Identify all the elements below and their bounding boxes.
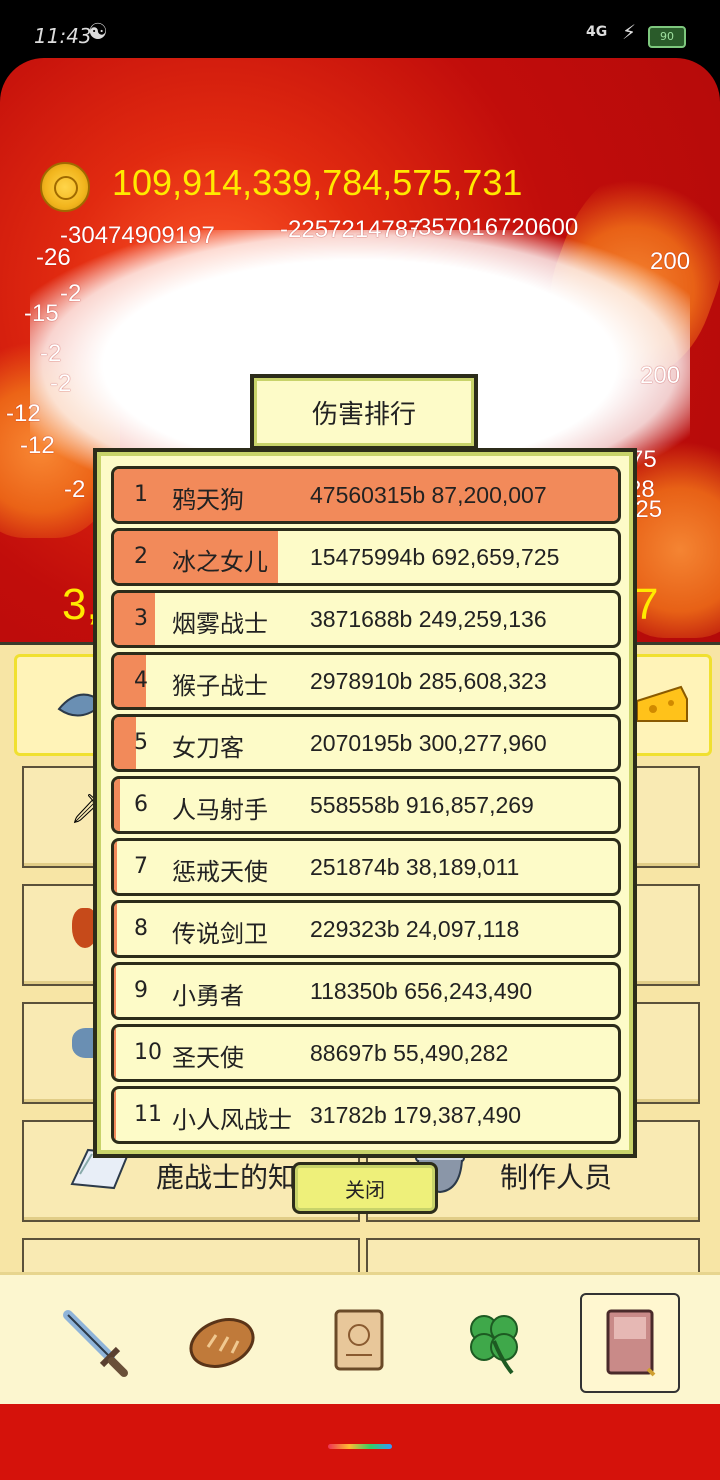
ranking-row[interactable]: 4 猴子战士 2978910b 285,608,323 — [111, 652, 621, 710]
nav-sword[interactable] — [44, 1293, 140, 1389]
ranking-row[interactable]: 9 小勇者 118350b 656,243,490 — [111, 962, 621, 1020]
damage-value: 31782b 179,387,490 — [310, 1102, 522, 1128]
damage-number: -12 — [6, 400, 41, 427]
rank-number: 10 — [134, 1040, 162, 1065]
ranking-row[interactable]: 2 冰之女儿 15475994b 692,659,725 — [111, 528, 621, 586]
damage-value: 15475994b 692,659,725 — [310, 544, 560, 570]
damage-value: 2978910b 285,608,323 — [310, 668, 547, 694]
damage-number: 200 — [650, 248, 691, 275]
rank-number: 3 — [134, 606, 148, 631]
boss-hp-right: 7 — [634, 580, 659, 629]
app-notification-icon: ☯ — [88, 20, 108, 45]
rank-number: 7 — [134, 854, 148, 879]
bread-icon — [189, 1318, 255, 1368]
damage-share-bar — [114, 1089, 117, 1141]
damage-share-bar — [114, 903, 117, 955]
damage-number: -2 — [60, 280, 82, 307]
scroll-icon — [334, 1309, 384, 1371]
damage-number: -12 — [20, 432, 55, 459]
damage-number: -2257214787 — [280, 216, 422, 243]
status-bar: 11:43 ☯ 4G ⚡ 90 — [0, 0, 720, 58]
book-icon — [606, 1309, 656, 1377]
ranking-row[interactable]: 5 女刀客 2070195b 300,277,960 — [111, 714, 621, 772]
rank-number: 1 — [134, 482, 148, 507]
bottom-navigation — [0, 1272, 720, 1407]
rank-number: 6 — [134, 792, 148, 817]
damage-value: 558558b 916,857,269 — [310, 792, 534, 818]
damage-share-bar — [114, 841, 117, 893]
clover-icon — [470, 1315, 518, 1375]
close-button[interactable]: 关闭 — [292, 1162, 438, 1214]
hero-name: 小人风战士 — [172, 1106, 292, 1134]
hero-name: 烟雾战士 — [172, 610, 268, 638]
hero-name: 传说剑卫 — [172, 920, 268, 948]
damage-share-bar — [114, 1027, 117, 1079]
damage-value: 118350b 656,243,490 — [310, 978, 533, 1004]
damage-value: 47560315b 87,200,007 — [310, 482, 547, 508]
damage-number: -2 — [64, 476, 86, 503]
damage-number: -30474909197 — [60, 222, 215, 249]
rank-number: 2 — [134, 544, 148, 569]
rank-number: 4 — [134, 668, 148, 693]
damage-number: -357016720600 — [410, 214, 579, 241]
damage-number: -26 — [36, 244, 71, 271]
credits-label: 制作人员 — [500, 1161, 613, 1194]
nav-bread[interactable] — [174, 1293, 270, 1389]
hero-name: 女刀客 — [172, 734, 244, 762]
damage-value: 3871688b 249,259,136 — [310, 606, 547, 632]
damage-share-bar — [114, 717, 137, 769]
hero-name: 冰之女儿 — [172, 548, 268, 576]
charging-icon: ⚡ — [622, 20, 637, 44]
gold-coin-icon — [40, 162, 90, 212]
sword-icon — [63, 1310, 128, 1377]
network-indicator: 4G — [586, 24, 608, 40]
rank-number: 11 — [134, 1102, 162, 1127]
damage-number: -15 — [24, 300, 59, 327]
ranking-panel: 1 鸦天狗 47560315b 87,200,007 2 冰之女儿 15475994b 6… — [93, 448, 637, 1158]
nav-scroll[interactable] — [312, 1293, 408, 1389]
damage-number: -2 — [40, 340, 62, 367]
nav-book[interactable] — [580, 1293, 680, 1393]
bottom-bar — [0, 1404, 720, 1480]
ranking-row[interactable]: 6 人马射手 558558b 916,857,269 — [111, 776, 621, 834]
hero-name: 小勇者 — [172, 982, 244, 1010]
hero-name: 惩戒天使 — [172, 858, 268, 886]
ranking-title: 伤害排行 — [250, 374, 478, 450]
hero-name: 猴子战士 — [172, 672, 268, 700]
damage-value: 229323b 24,097,118 — [310, 916, 520, 942]
damage-number: 200 — [640, 362, 681, 389]
damage-value: 251874b 38,189,011 — [310, 854, 520, 880]
ranking-row[interactable]: 1 鸦天狗 47560315b 87,200,007 — [111, 466, 621, 524]
rank-number: 8 — [134, 916, 148, 941]
battery-icon: 90 — [648, 26, 686, 48]
damage-number: -2 — [50, 370, 72, 397]
home-indicator[interactable] — [328, 1444, 392, 1449]
hero-name: 圣天使 — [172, 1044, 244, 1072]
hero-name: 人马射手 — [172, 796, 268, 824]
status-time: 11:43 — [34, 24, 92, 48]
rank-number: 5 — [134, 730, 148, 755]
ranking-row[interactable]: 8 传说剑卫 229323b 24,097,118 — [111, 900, 621, 958]
ranking-row[interactable]: 10 圣天使 88697b 55,490,282 — [111, 1024, 621, 1082]
nav-clover[interactable] — [446, 1293, 542, 1389]
damage-value: 88697b 55,490,282 — [310, 1040, 509, 1066]
gold-amount: 109,914,339,784,575,731 — [112, 162, 523, 203]
hero-name: 鸦天狗 — [172, 486, 244, 514]
damage-share-bar — [114, 779, 121, 831]
ranking-row[interactable]: 11 小人风战士 31782b 179,387,490 — [111, 1086, 621, 1144]
rank-number: 9 — [134, 978, 148, 1003]
ranking-row[interactable]: 3 烟雾战士 3871688b 249,259,136 — [111, 590, 621, 648]
ranking-row[interactable]: 7 惩戒天使 251874b 38,189,011 — [111, 838, 621, 896]
damage-value: 2070195b 300,277,960 — [310, 730, 547, 756]
cheese-icon — [636, 685, 688, 722]
damage-share-bar — [114, 965, 117, 1017]
